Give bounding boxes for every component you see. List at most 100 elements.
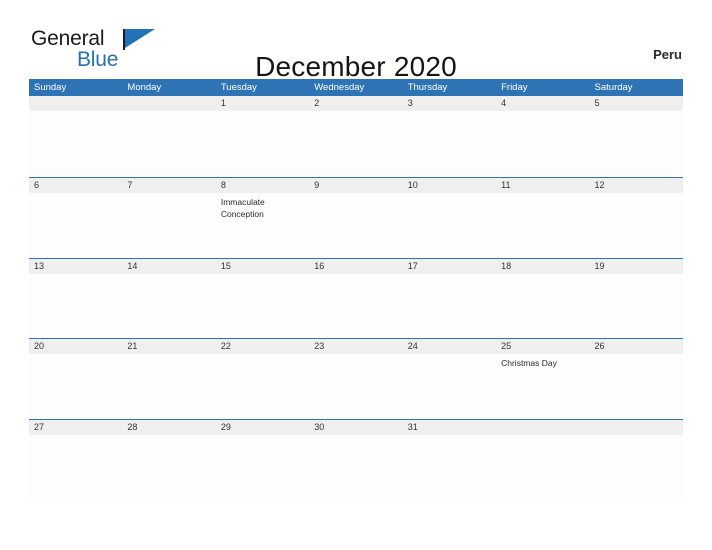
- event-cell[interactable]: [29, 193, 122, 258]
- day-cell[interactable]: 29: [216, 420, 309, 435]
- event-cell[interactable]: [216, 274, 309, 339]
- event-cell[interactable]: [590, 354, 683, 419]
- week-row: 27 28 29 30 31: [29, 418, 683, 500]
- day-number: 20: [34, 341, 45, 351]
- day-cell[interactable]: 9: [309, 178, 402, 193]
- event-cell[interactable]: [403, 111, 496, 176]
- day-cell[interactable]: 12: [590, 178, 683, 193]
- event-cell[interactable]: [29, 111, 122, 176]
- event-cell[interactable]: [590, 274, 683, 339]
- day-cell[interactable]: [590, 420, 683, 435]
- event-cell[interactable]: [590, 435, 683, 500]
- event-text: Christmas Day: [501, 358, 557, 368]
- day-cell[interactable]: 19: [590, 259, 683, 274]
- day-cell[interactable]: 11: [496, 178, 589, 193]
- event-cell[interactable]: Immaculate Conception: [216, 193, 309, 258]
- event-cell[interactable]: [29, 435, 122, 500]
- day-cell[interactable]: [29, 96, 122, 111]
- event-cell[interactable]: Christmas Day: [496, 354, 589, 419]
- weekday-header-thursday: Thursday: [407, 82, 448, 93]
- day-cell[interactable]: 14: [122, 259, 215, 274]
- day-number: 13: [34, 260, 45, 271]
- event-cell[interactable]: [216, 435, 309, 500]
- event-cell[interactable]: [216, 111, 309, 176]
- day-cell[interactable]: [122, 96, 215, 111]
- weekday-header-wednesday: Wednesday: [314, 82, 365, 93]
- day-number: 16: [314, 260, 325, 271]
- day-cell[interactable]: 7: [122, 178, 215, 193]
- week-events-row: [29, 273, 683, 339]
- day-number: 31: [407, 421, 418, 432]
- event-cell[interactable]: [496, 274, 589, 339]
- day-cell[interactable]: 24: [403, 339, 496, 354]
- day-number: 12: [594, 180, 605, 190]
- event-cell[interactable]: [403, 193, 496, 258]
- week-row: 20 21 22 23 24 25 26 Christmas Day: [29, 338, 683, 419]
- day-number: 29: [220, 421, 231, 432]
- day-cell[interactable]: 25: [496, 339, 589, 354]
- day-cell[interactable]: 1: [216, 96, 309, 111]
- day-number: 10: [407, 180, 418, 190]
- day-cell[interactable]: 2: [309, 96, 402, 111]
- event-cell[interactable]: [590, 111, 683, 176]
- event-cell[interactable]: [122, 193, 215, 258]
- event-cell[interactable]: [496, 111, 589, 176]
- event-cell[interactable]: [122, 435, 215, 500]
- event-cell[interactable]: [309, 354, 402, 419]
- day-cell[interactable]: 21: [122, 339, 215, 354]
- week-row: 6 7 8 9 10 11 12 Immaculate Conception: [29, 177, 683, 258]
- day-cell[interactable]: [496, 420, 589, 435]
- weekday-header-saturday: Saturday: [594, 82, 633, 93]
- day-cell[interactable]: 28: [122, 420, 215, 435]
- day-cell[interactable]: 18: [496, 259, 589, 274]
- country-label: Peru: [653, 47, 682, 62]
- day-cell[interactable]: 13: [29, 259, 122, 274]
- event-cell[interactable]: [309, 193, 402, 258]
- day-cell[interactable]: 17: [403, 259, 496, 274]
- day-cell[interactable]: 4: [496, 96, 589, 111]
- week-row: 1 2 3 4 5: [29, 96, 683, 177]
- day-number: 5: [594, 98, 600, 108]
- day-cell[interactable]: 10: [403, 178, 496, 193]
- day-number: 25: [501, 341, 512, 351]
- day-number: 6: [34, 180, 40, 190]
- event-cell[interactable]: [29, 274, 122, 339]
- day-cell[interactable]: 15: [216, 259, 309, 274]
- week-events-row: Immaculate Conception: [29, 193, 683, 258]
- weekday-header-friday: Friday: [501, 82, 528, 93]
- event-cell[interactable]: [122, 354, 215, 419]
- day-cell[interactable]: 6: [29, 178, 122, 193]
- event-cell[interactable]: [590, 193, 683, 258]
- event-cell[interactable]: [496, 193, 589, 258]
- event-cell[interactable]: [29, 354, 122, 419]
- event-cell[interactable]: [309, 435, 402, 500]
- week-events-row: [29, 111, 683, 176]
- event-cell[interactable]: [122, 111, 215, 176]
- day-cell[interactable]: 23: [309, 339, 402, 354]
- day-number: 30: [314, 421, 325, 432]
- day-cell[interactable]: 31: [403, 420, 496, 435]
- day-cell[interactable]: 16: [309, 259, 402, 274]
- day-cell[interactable]: 30: [309, 420, 402, 435]
- day-cell[interactable]: 8: [216, 178, 309, 193]
- event-cell[interactable]: [403, 435, 496, 500]
- day-number: 4: [501, 98, 507, 108]
- event-cell[interactable]: [216, 354, 309, 419]
- event-cell[interactable]: [403, 354, 496, 419]
- event-cell[interactable]: [403, 274, 496, 339]
- event-cell[interactable]: [496, 435, 589, 500]
- event-cell[interactable]: [122, 274, 215, 339]
- day-number: 27: [34, 421, 45, 432]
- week-date-banner: 27 28 29 30 31: [29, 418, 683, 435]
- day-cell[interactable]: 20: [29, 339, 122, 354]
- day-number: 28: [127, 421, 138, 432]
- event-cell[interactable]: [309, 274, 402, 339]
- day-cell[interactable]: 3: [403, 96, 496, 111]
- day-cell[interactable]: 5: [590, 96, 683, 111]
- event-cell[interactable]: [309, 111, 402, 176]
- day-cell[interactable]: 26: [590, 339, 683, 354]
- day-cell[interactable]: 27: [29, 420, 122, 435]
- calendar-grid: Sunday Monday Tuesday Wednesday Thursday…: [29, 79, 683, 500]
- page-title: December 2020: [255, 50, 457, 82]
- day-cell[interactable]: 22: [216, 339, 309, 354]
